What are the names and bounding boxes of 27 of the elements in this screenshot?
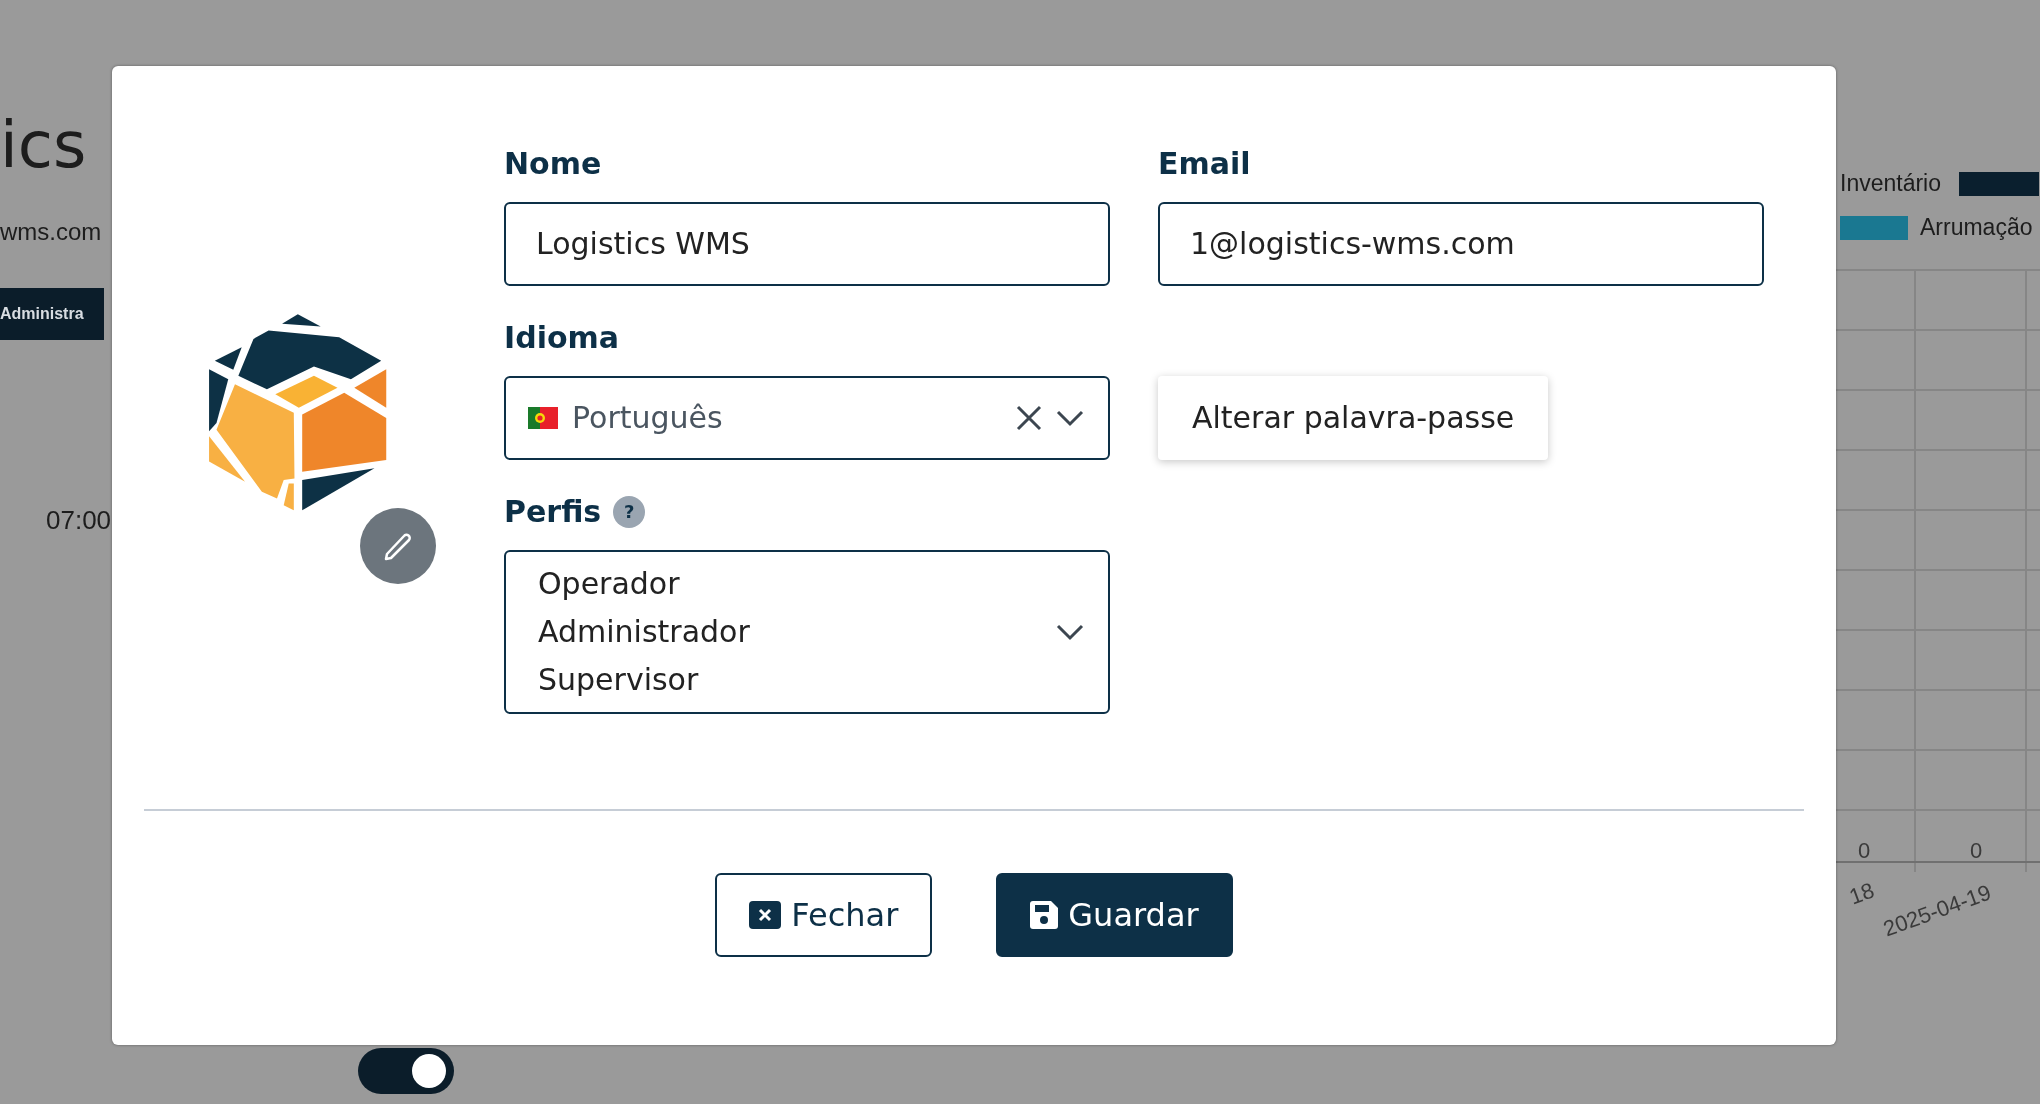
legend-label: Inventário: [1840, 170, 1941, 197]
page-subtitle: wms.com: [0, 218, 102, 246]
field-label: Email: [1158, 146, 1251, 181]
profiles-select[interactable]: Operador Administrador Supervisor: [504, 549, 1110, 714]
field-label: Nome: [504, 146, 602, 181]
axis-date-label: 18: [1846, 877, 1878, 911]
close-icon: [749, 901, 782, 929]
page-title: ics: [0, 108, 87, 182]
field-label: Perfis: [504, 494, 602, 529]
text-field[interactable]: Logistics WMS: [504, 201, 1110, 286]
language-select[interactable]: Português: [504, 375, 1110, 460]
bar-value-label: 0: [1970, 838, 1983, 864]
flag-icon: [528, 406, 558, 429]
chevron-down-icon[interactable]: [1056, 622, 1084, 641]
change-password-button[interactable]: Alterar palavra-passe: [1158, 375, 1549, 460]
legend-label: Arrumação: [1920, 214, 2033, 241]
field-label: Idioma: [504, 320, 620, 355]
bar-value-label: 0: [1858, 838, 1871, 864]
text-field[interactable]: 1@logistics-wms.com: [1158, 201, 1764, 286]
help-badge[interactable]: ?: [613, 495, 646, 528]
toggle-switch[interactable]: [358, 1048, 454, 1094]
chevron-down-icon[interactable]: [1056, 408, 1084, 427]
role-badge: Administra: [0, 288, 104, 340]
close-button[interactable]: Fechar: [715, 873, 933, 957]
save-button[interactable]: Guardar: [996, 873, 1233, 957]
time-label: 07:00: [46, 505, 112, 536]
clear-icon[interactable]: [1016, 404, 1042, 431]
